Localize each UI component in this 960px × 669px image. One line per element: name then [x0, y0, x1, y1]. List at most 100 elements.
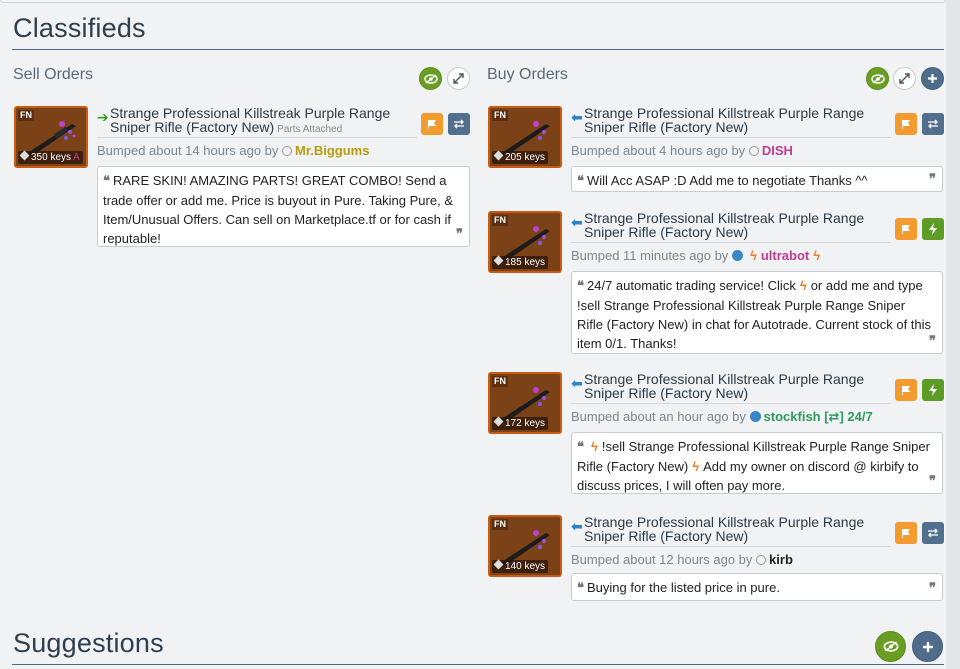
buy-orders-title: Buy Orders: [487, 66, 568, 83]
arrow-right-icon: ➔: [97, 109, 109, 125]
sell-expand-button[interactable]: [447, 67, 470, 90]
buy-listing: FN 205 keys ⬅ Strange Professional Kills…: [488, 106, 946, 196]
trade-offer-button[interactable]: [448, 113, 470, 135]
sell-orders-title: Sell Orders: [13, 66, 94, 83]
lightning-icon: ϟ: [591, 439, 598, 454]
quote-close-icon: ❞: [929, 581, 936, 596]
parts-attached-label: Parts Attached: [277, 124, 343, 135]
eye-icon: [883, 641, 898, 652]
sell-visibility-toggle-button[interactable]: [419, 67, 442, 90]
exchange-icon: [928, 528, 938, 538]
price-tag: 172 keys: [492, 416, 549, 430]
eye-icon: [870, 73, 885, 84]
report-flag-button[interactable]: [421, 113, 443, 135]
item-thumbnail[interactable]: FN 185 keys: [488, 211, 562, 273]
expand-icon: [453, 73, 464, 84]
exchange-icon: [928, 119, 938, 129]
suggestions-visibility-toggle-button[interactable]: [875, 631, 906, 662]
flag-icon: [428, 120, 436, 129]
plus-icon: [928, 74, 937, 83]
item-name-link[interactable]: Strange Professional Killstreak Purple R…: [584, 515, 884, 543]
listing-comment: ❝ ϟ !sell Strange Professional Killstreak …: [571, 432, 943, 494]
buy-listing: FN 185 keys ⬅ Strange Professional Kills…: [488, 211, 946, 356]
user-link[interactable]: ultrabot: [761, 248, 809, 263]
sell-listing: FN 350 keys A ➔ Strange Professional Kill…: [14, 106, 474, 256]
listing-comment: ❝ RARE SKIN! AMAZING PARTS! GREAT COMBO! …: [97, 166, 470, 247]
online-status-icon: [749, 411, 761, 422]
quote-open-icon: ❝: [103, 174, 110, 189]
plus-icon: [922, 641, 933, 652]
tag-icon: [493, 559, 504, 570]
bumped-info: Bumped about 14 hours ago by Mr.Biggums: [97, 143, 370, 158]
user-link[interactable]: Mr.Biggums: [295, 143, 369, 158]
price-tag: 350 keys A: [18, 150, 83, 164]
quote-close-icon: ❞: [929, 172, 936, 187]
user-link[interactable]: DISH: [762, 143, 793, 158]
item-thumbnail[interactable]: FN 172 keys: [488, 372, 562, 434]
listing-comment: ❝ Buying for the listed price in pure. ❞: [571, 573, 943, 601]
lightning-icon: ϟ: [799, 278, 807, 293]
lightning-icon: [929, 223, 937, 235]
item-name-link[interactable]: Strange Professional Killstreak Purple R…: [110, 106, 410, 137]
flag-icon: [902, 386, 910, 395]
classifieds-divider: [12, 49, 944, 50]
exchange-icon: [454, 119, 464, 129]
quote-close-icon: ❞: [929, 334, 936, 349]
item-thumbnail[interactable]: FN 140 keys: [488, 515, 562, 577]
buy-expand-button[interactable]: [893, 67, 916, 90]
quote-open-icon: ❝: [577, 581, 584, 596]
lightning-icon: [929, 384, 937, 396]
arrow-left-icon: ⬅: [571, 214, 583, 230]
item-name-link[interactable]: Strange Professional Killstreak Purple R…: [584, 106, 884, 134]
report-flag-button[interactable]: [895, 218, 917, 240]
suggestions-add-button[interactable]: [912, 631, 943, 662]
bumped-info: Bumped about an hour ago by stockfish [⇄…: [571, 409, 873, 424]
bumped-info: Bumped about 12 hours ago by kirb: [571, 552, 793, 567]
status-circle-icon: [282, 146, 293, 156]
trade-offer-button[interactable]: [922, 522, 944, 544]
quote-open-icon: ❝: [577, 279, 584, 294]
report-flag-button[interactable]: [895, 379, 917, 401]
instant-trade-button[interactable]: [922, 218, 944, 240]
online-status-icon: [731, 250, 743, 261]
scrollbar-track[interactable]: [946, 0, 960, 669]
eye-icon: [423, 73, 438, 84]
trade-offer-button[interactable]: [922, 113, 944, 135]
flag-icon: [902, 120, 910, 129]
price-tag: 185 keys: [492, 255, 549, 269]
item-name-link[interactable]: Strange Professional Killstreak Purple R…: [584, 211, 884, 239]
price-tag: 140 keys: [492, 559, 549, 573]
arrow-left-icon: ⬅: [571, 375, 583, 391]
user-link[interactable]: stockfish [⇄] 24/7: [764, 409, 873, 424]
quote-close-icon: ❞: [929, 474, 936, 489]
listing-comment: ❝ 24/7 automatic trading service! Click ϟ o…: [571, 271, 943, 354]
lightning-icon: ϟ: [692, 459, 700, 474]
flag-icon: [902, 529, 910, 538]
classifieds-title: Classifieds: [13, 13, 146, 43]
price-tag: 205 keys: [492, 150, 549, 164]
instant-trade-button[interactable]: [922, 379, 944, 401]
arrow-left-icon: ⬅: [571, 109, 583, 125]
lightning-icon: ϟ: [749, 248, 757, 263]
previous-panel-edge: [0, 0, 946, 3]
item-thumbnail[interactable]: FN 205 keys: [488, 106, 562, 168]
quote-open-icon: ❝: [577, 440, 584, 455]
arrow-left-icon: ⬅: [571, 518, 583, 534]
buy-add-button[interactable]: [921, 67, 944, 90]
report-flag-button[interactable]: [895, 522, 917, 544]
status-circle-icon: [748, 146, 759, 156]
expand-icon: [899, 73, 910, 84]
listing-comment: ❝ Will Acc ASAP :D Add me to negotiate Th…: [571, 166, 943, 192]
buy-visibility-toggle-button[interactable]: [866, 67, 889, 90]
item-thumbnail[interactable]: FN 350 keys A: [14, 106, 88, 168]
suggestions-title: Suggestions: [13, 628, 164, 658]
flag-icon: [902, 225, 910, 234]
tag-icon: [493, 255, 504, 266]
buy-listing: FN 172 keys ⬅ Strange Professional Kills…: [488, 372, 946, 498]
user-link[interactable]: kirb: [769, 552, 793, 567]
bumped-info: Bumped 11 minutes ago by ϟ ultrabot ϟ: [571, 248, 821, 263]
suggestions-divider: [12, 664, 944, 665]
item-name-link[interactable]: Strange Professional Killstreak Purple R…: [584, 372, 884, 400]
report-flag-button[interactable]: [895, 113, 917, 135]
buy-listing: FN 140 keys ⬅ Strange Professional Kills…: [488, 515, 946, 605]
